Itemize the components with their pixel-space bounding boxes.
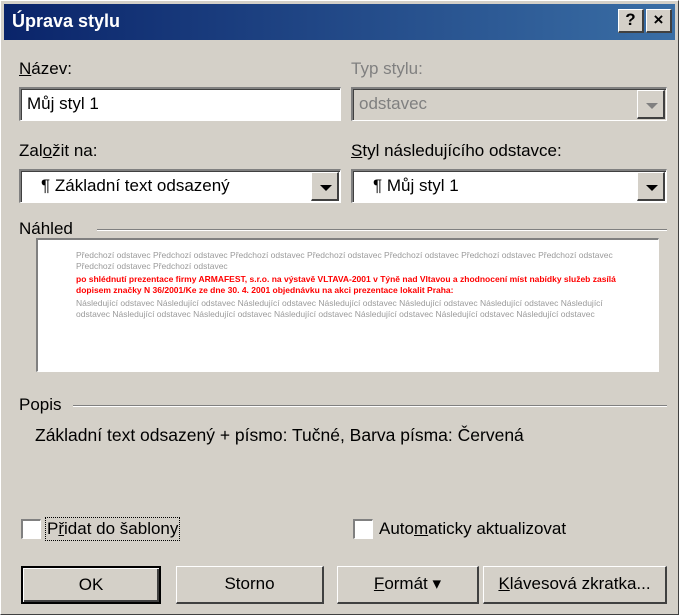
title-bar[interactable]: Úprava stylu ? × [4, 4, 675, 40]
next-style-label: Styl následujícího odstavce: [351, 141, 562, 160]
based-on-value: ¶ Základní text odsazený [41, 176, 230, 195]
preview-label: Náhled [19, 219, 73, 238]
shortcut-button[interactable]: Klávesová zkratka... [483, 566, 667, 604]
help-button[interactable]: ? [618, 9, 644, 33]
style-type-select: odstavec [351, 87, 667, 121]
dialog-title: Úprava stylu [12, 11, 121, 31]
name-label: Název: [19, 59, 72, 78]
preview-divider [97, 229, 667, 231]
dropdown-arrow-icon: ▾ [432, 574, 442, 593]
next-style-select[interactable]: ¶ Můj styl 1 [351, 169, 667, 203]
auto-update-label[interactable]: Automaticky aktualizovat [379, 519, 566, 539]
format-button[interactable]: Formát ▾ [337, 566, 479, 604]
description-label: Popis [19, 395, 62, 414]
cancel-button[interactable]: Storno [176, 566, 324, 604]
style-preview: Předchozí odstavec Předchozí odstavec Př… [36, 238, 659, 372]
chevron-down-icon[interactable] [637, 172, 665, 201]
chevron-down-icon[interactable] [311, 172, 339, 201]
preview-previous-paragraph: Předchozí odstavec Předchozí odstavec Př… [76, 250, 613, 271]
next-style-value: ¶ Můj styl 1 [373, 176, 459, 195]
add-to-template-label[interactable]: Přidat do šablony [44, 517, 181, 541]
close-button[interactable]: × [646, 9, 672, 33]
based-on-select[interactable]: ¶ Základní text odsazený [19, 169, 341, 203]
add-to-template-checkbox[interactable] [21, 519, 41, 539]
chevron-down-icon [637, 90, 665, 119]
name-input[interactable]: Můj styl 1 [19, 87, 341, 121]
preview-next-paragraph: Následující odstavec Následující odstave… [76, 298, 603, 319]
style-type-label: Typ stylu: [351, 59, 423, 78]
style-dialog: Úprava stylu ? × Název: Můj styl 1 Typ s… [0, 0, 679, 615]
description-divider [73, 405, 667, 407]
auto-update-checkbox[interactable] [353, 519, 373, 539]
ok-button[interactable]: OK [21, 566, 161, 604]
preview-styled-paragraph: po shlédnutí prezentace firmy ARMAFEST, … [76, 274, 616, 295]
style-description: Základní text odsazený + písmo: Tučné, B… [35, 425, 524, 445]
style-type-value: odstavec [359, 94, 428, 113]
based-on-label: Založit na: [19, 141, 98, 160]
